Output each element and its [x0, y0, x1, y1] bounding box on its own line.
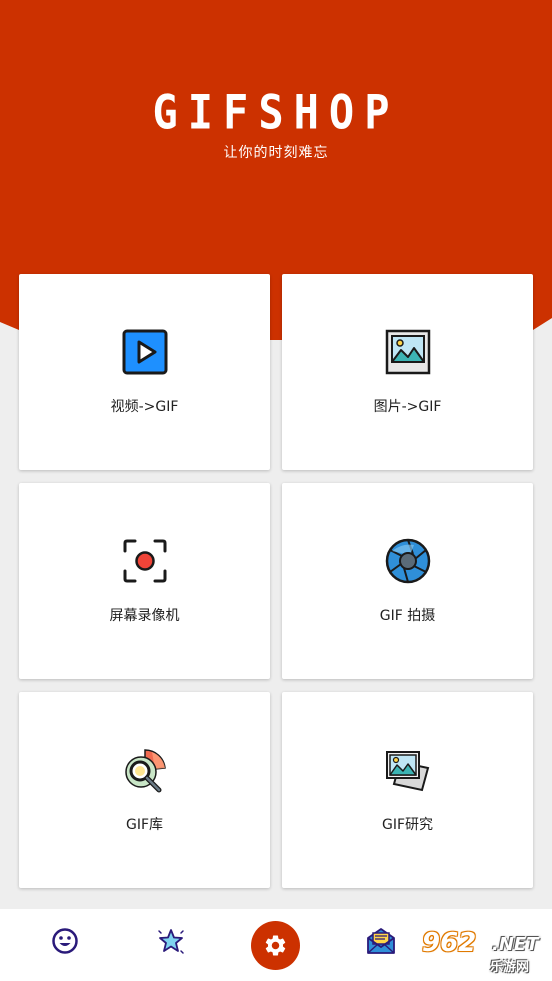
card-label: GIF库: [125, 817, 164, 833]
app-title: GIFSHOP: [152, 85, 400, 140]
card-gif-camera[interactable]: GIF 拍摄: [282, 483, 533, 679]
nav-smiley[interactable]: [49, 925, 81, 957]
app-subtitle: 让你的时刻难忘: [223, 145, 329, 161]
watermark-text: 乐游网: [490, 960, 530, 975]
card-label: GIF研究: [381, 817, 434, 833]
card-label: 图片->GIF: [373, 399, 442, 415]
picture-icon: [384, 328, 432, 376]
library-search-icon: [121, 746, 169, 794]
watermark-number: 962: [422, 928, 477, 958]
nav-star[interactable]: [155, 925, 187, 957]
sparkle-star-icon: [158, 929, 184, 954]
card-label: 视频->GIF: [110, 399, 179, 415]
nav-mail[interactable]: [365, 925, 397, 957]
card-label: GIF 拍摄: [379, 608, 436, 624]
card-video-to-gif[interactable]: 视频->GIF: [19, 274, 270, 470]
smiley-icon: [52, 928, 78, 954]
mail-icon: [367, 928, 395, 954]
camera-aperture-icon: [384, 537, 432, 585]
card-gif-library[interactable]: GIF库: [19, 692, 270, 888]
card-picture-to-gif[interactable]: 图片->GIF: [282, 274, 533, 470]
watermark-suffix: .NET: [492, 934, 539, 955]
video-play-icon: [121, 328, 169, 376]
gear-icon: [265, 935, 286, 956]
nav-settings[interactable]: [251, 921, 300, 970]
photos-stack-icon: [384, 746, 432, 794]
card-screen-recorder[interactable]: 屏幕录像机: [19, 483, 270, 679]
screen-record-icon: [121, 537, 169, 585]
card-label: 屏幕录像机: [109, 608, 180, 624]
watermark: 962 .NET 乐游网: [414, 928, 548, 976]
card-gif-research[interactable]: GIF研究: [282, 692, 533, 888]
